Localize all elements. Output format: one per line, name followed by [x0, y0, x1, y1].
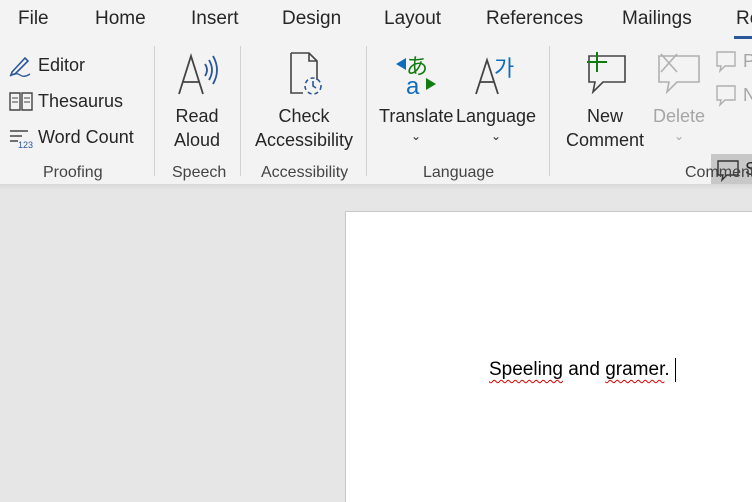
document-text: and	[562, 359, 606, 381]
proofing-group-label: Proofing	[43, 164, 103, 181]
word-count-label: Word Count	[38, 126, 134, 147]
svg-text:123: 123	[18, 140, 33, 150]
check-accessibility-label-1: Check	[278, 106, 330, 126]
delete-comment-icon	[650, 50, 708, 102]
accessibility-group-label: Accessibility	[261, 164, 349, 181]
tab-insert[interactable]: Insert	[191, 8, 239, 30]
group-separator	[366, 46, 367, 176]
read-aloud-icon	[164, 50, 230, 102]
new-comment-button[interactable]: New Comment	[562, 50, 648, 152]
word-count-icon: 123	[8, 124, 34, 150]
language-button[interactable]: 가 Language ⌄	[455, 50, 537, 142]
svg-text:가: 가	[494, 57, 514, 82]
translate-label: Translate	[379, 106, 454, 126]
language-group-label: Language	[423, 164, 495, 181]
next-comment-button[interactable]: N	[713, 80, 752, 110]
read-aloud-label-2: Aloud	[173, 130, 221, 150]
editor-label: Editor	[38, 54, 86, 75]
check-accessibility-icon	[252, 50, 356, 102]
ribbon-tab-bar: File Home Insert Design Layout Reference…	[0, 0, 752, 40]
new-comment-label-1: New	[586, 106, 623, 126]
previous-comment-icon	[713, 48, 739, 74]
language-label: Language	[455, 106, 537, 126]
chevron-down-icon: ⌄	[410, 129, 422, 143]
tab-design[interactable]: Design	[282, 8, 341, 30]
chevron-down-icon: ⌄	[673, 129, 685, 143]
read-aloud-button[interactable]: Read Aloud	[164, 50, 230, 152]
tab-layout[interactable]: Layout	[384, 8, 441, 30]
language-icon: 가	[455, 50, 537, 102]
tab-references[interactable]: References	[486, 8, 583, 30]
text-cursor	[674, 358, 676, 382]
next-comment-label: N	[743, 84, 752, 105]
read-aloud-label-1: Read	[175, 106, 219, 126]
delete-comment-label: Delete	[652, 106, 706, 126]
next-comment-icon	[713, 82, 739, 108]
translate-icon: あ a	[379, 50, 453, 102]
document-paragraph[interactable]: Speeling and gramer.	[489, 358, 676, 382]
new-comment-label-2: Comment	[565, 130, 645, 150]
group-separator	[154, 46, 155, 176]
tab-home[interactable]: Home	[95, 8, 146, 30]
editor-pen-icon	[8, 52, 34, 78]
svg-text:a: a	[406, 73, 420, 96]
group-separator	[549, 46, 550, 176]
thesaurus-label: Thesaurus	[38, 90, 124, 111]
document-page[interactable]: Speeling and gramer.	[345, 211, 752, 502]
chevron-down-icon: ⌄	[490, 129, 502, 143]
misspelled-word[interactable]: Speeling	[489, 359, 563, 380]
word-count-button[interactable]: 123 Word Count	[8, 122, 134, 152]
previous-comment-label: P	[743, 50, 752, 71]
comments-group-label: Comment	[685, 164, 752, 181]
tab-file[interactable]: File	[18, 8, 49, 30]
new-comment-icon	[562, 50, 648, 102]
document-canvas: Speeling and gramer.	[0, 190, 752, 502]
tab-mailings[interactable]: Mailings	[622, 8, 692, 30]
ribbon: Editor Thesaurus 123 Word Count Proofing	[0, 40, 752, 185]
active-tab-indicator	[734, 36, 752, 39]
delete-comment-button[interactable]: Delete ⌄	[650, 50, 708, 142]
group-separator	[240, 46, 241, 176]
misspelled-word[interactable]: gramer	[605, 359, 664, 380]
check-accessibility-button[interactable]: Check Accessibility	[252, 50, 356, 152]
thesaurus-book-icon	[8, 88, 34, 114]
speech-group-label: Speech	[172, 164, 227, 181]
editor-button[interactable]: Editor	[8, 50, 85, 80]
check-accessibility-label-2: Accessibility	[254, 130, 354, 150]
previous-comment-button[interactable]: P	[713, 46, 752, 76]
tab-review[interactable]: Re	[736, 8, 752, 30]
document-text: .	[664, 359, 670, 381]
thesaurus-button[interactable]: Thesaurus	[8, 86, 123, 116]
translate-button[interactable]: あ a Translate ⌄	[379, 50, 453, 142]
